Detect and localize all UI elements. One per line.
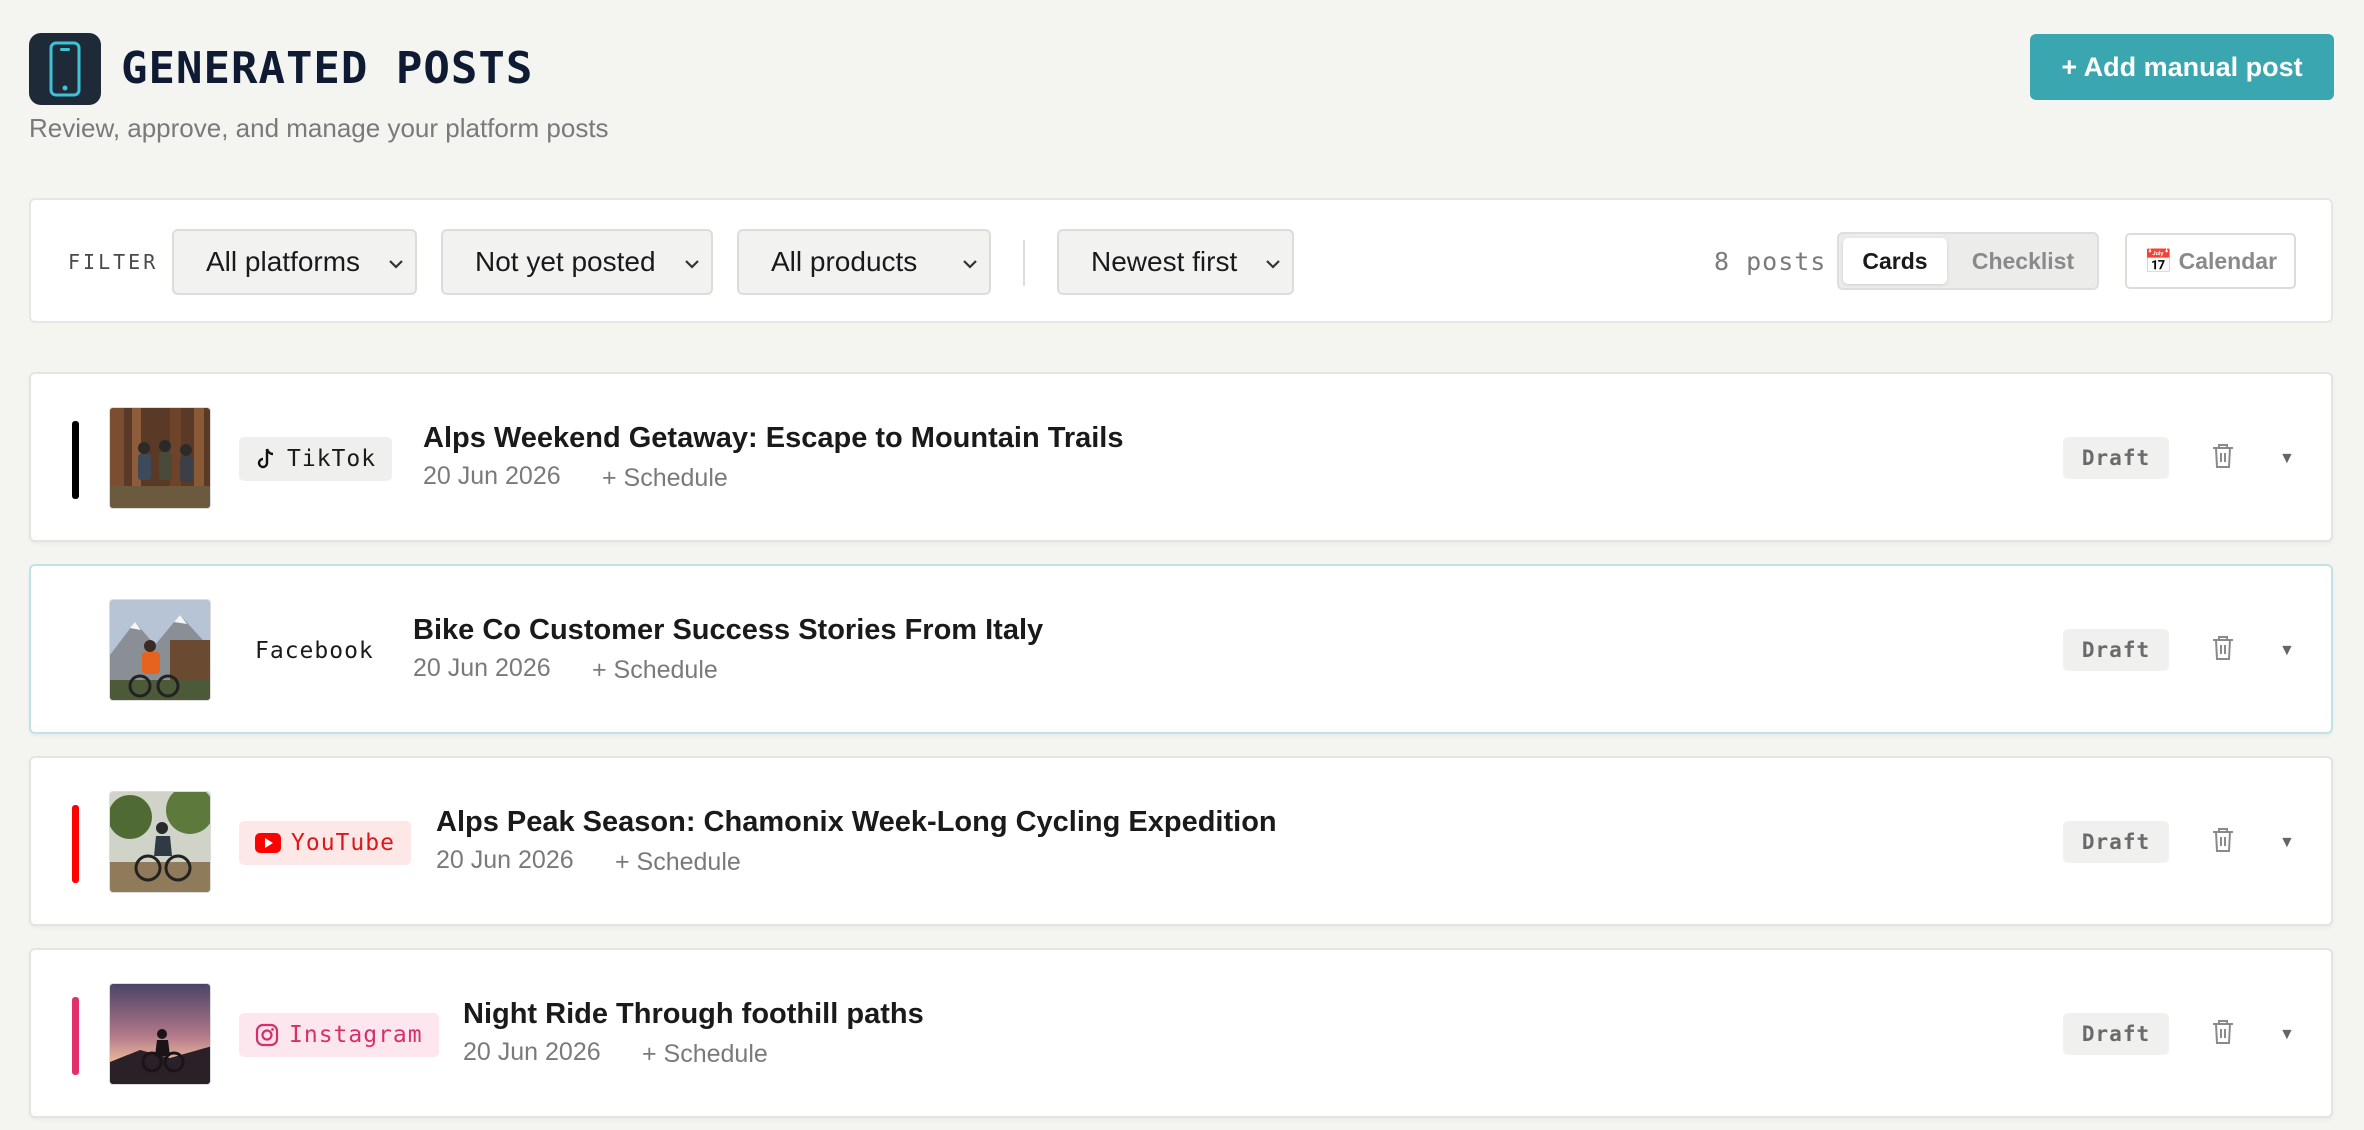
status-badge: Draft xyxy=(2063,821,2169,863)
post-title[interactable]: Bike Co Customer Success Stories From It… xyxy=(413,614,1043,647)
schedule-link[interactable]: + Schedule xyxy=(602,464,728,493)
page-header: GENERATED POSTS Review, approve, and man… xyxy=(29,33,2334,153)
chevron-down-icon xyxy=(389,260,403,269)
chevron-down-icon xyxy=(963,260,977,269)
post-card[interactable]: Instagram Night Ride Through foothill pa… xyxy=(29,948,2333,1118)
product-select-value: All products xyxy=(771,246,918,277)
chevron-down-icon xyxy=(1266,260,1280,269)
platform-accent-bar xyxy=(72,997,79,1075)
add-manual-post-button[interactable]: + Add manual post xyxy=(2030,34,2334,100)
trash-icon[interactable] xyxy=(2211,634,2235,662)
status-badge: Draft xyxy=(2063,1013,2169,1055)
platform-badge: TikTok xyxy=(239,437,393,481)
posts-count: 8 posts xyxy=(1714,247,1827,276)
post-date: 20 Jun 2026 xyxy=(423,462,561,490)
sort-select[interactable]: Newest first xyxy=(1057,229,1294,295)
trash-icon[interactable] xyxy=(2211,826,2235,854)
tiktok-icon xyxy=(257,448,274,469)
trash-icon[interactable] xyxy=(2211,442,2235,470)
platform-badge: YouTube xyxy=(239,821,411,865)
post-thumbnail[interactable] xyxy=(109,791,211,893)
page-title: GENERATED POSTS xyxy=(121,43,534,94)
calendar-label: Calendar xyxy=(2178,247,2278,274)
schedule-link[interactable]: + Schedule xyxy=(642,1040,768,1069)
filter-divider xyxy=(1023,240,1025,286)
status-badge: Draft xyxy=(2063,437,2169,479)
post-card[interactable]: TikTok Alps Weekend Getaway: Escape to M… xyxy=(29,372,2333,542)
expand-caret-icon[interactable]: ▼ xyxy=(2279,450,2295,468)
status-select-value: Not yet posted xyxy=(475,246,656,277)
post-date: 20 Jun 2026 xyxy=(463,1038,601,1066)
post-title[interactable]: Night Ride Through foothill paths xyxy=(463,998,924,1031)
view-toggle: Cards Checklist xyxy=(1837,232,2099,290)
youtube-icon xyxy=(255,833,281,853)
post-date: 20 Jun 2026 xyxy=(413,654,551,682)
platform-badge: Facebook xyxy=(239,629,390,673)
post-thumbnail[interactable] xyxy=(109,407,211,509)
sort-select-value: Newest first xyxy=(1091,246,1238,277)
calendar-icon: 📅 xyxy=(2143,247,2173,274)
expand-caret-icon[interactable]: ▼ xyxy=(2279,642,2295,660)
post-date: 20 Jun 2026 xyxy=(436,846,574,874)
post-card[interactable]: Facebook Bike Co Customer Success Storie… xyxy=(29,564,2333,734)
schedule-link[interactable]: + Schedule xyxy=(615,848,741,877)
product-select[interactable]: All products xyxy=(737,229,991,295)
filter-bar: FILTER All platforms Not yet posted All … xyxy=(29,198,2333,323)
post-title[interactable]: Alps Weekend Getaway: Escape to Mountain… xyxy=(423,422,1124,455)
view-checklist-option[interactable]: Checklist xyxy=(1953,238,2093,284)
platform-accent-bar xyxy=(72,421,79,499)
instagram-icon xyxy=(255,1023,279,1047)
page-subtitle: Review, approve, and manage your platfor… xyxy=(29,113,609,143)
view-cards-option[interactable]: Cards xyxy=(1843,238,1947,284)
post-title[interactable]: Alps Peak Season: Chamonix Week-Long Cyc… xyxy=(436,806,1277,839)
platform-name: Facebook xyxy=(255,638,374,664)
schedule-link[interactable]: + Schedule xyxy=(592,656,718,685)
platform-badge: Instagram xyxy=(239,1013,439,1057)
platform-select-value: All platforms xyxy=(206,246,361,277)
post-card[interactable]: YouTube Alps Peak Season: Chamonix Week-… xyxy=(29,756,2333,926)
trash-icon[interactable] xyxy=(2211,1018,2235,1046)
post-thumbnail[interactable] xyxy=(109,983,211,1085)
platform-name: YouTube xyxy=(291,830,395,856)
platform-name: TikTok xyxy=(287,446,377,472)
platform-accent-bar xyxy=(72,805,79,883)
expand-caret-icon[interactable]: ▼ xyxy=(2279,834,2295,852)
status-select[interactable]: Not yet posted xyxy=(441,229,713,295)
chevron-down-icon xyxy=(685,260,699,269)
platform-select[interactable]: All platforms xyxy=(172,229,417,295)
phone-icon xyxy=(29,33,101,105)
platform-name: Instagram xyxy=(289,1022,423,1048)
status-badge: Draft xyxy=(2063,629,2169,671)
expand-caret-icon[interactable]: ▼ xyxy=(2279,1026,2295,1044)
filter-label: FILTER xyxy=(68,250,159,274)
post-thumbnail[interactable] xyxy=(109,599,211,701)
calendar-button[interactable]: 📅 Calendar xyxy=(2125,233,2296,289)
